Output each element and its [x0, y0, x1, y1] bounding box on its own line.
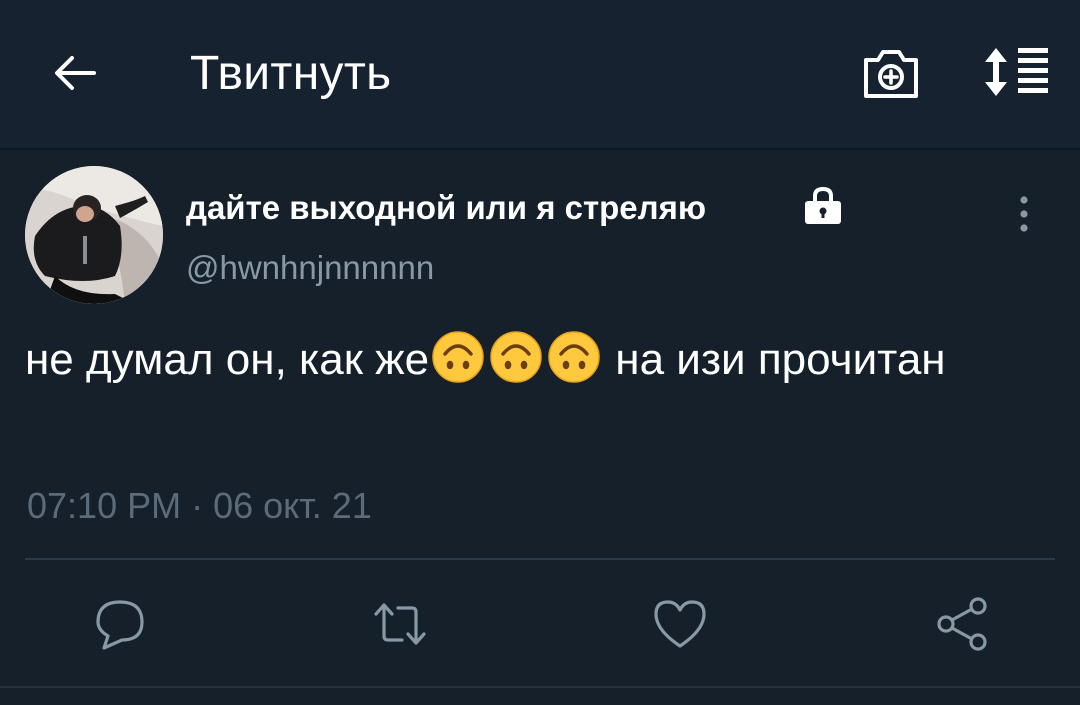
avatar-image	[25, 166, 163, 304]
tweet-detail-page: Твитнуть дайте выходной или я стреляю @h…	[0, 0, 1080, 705]
back-button[interactable]	[50, 48, 100, 98]
divider	[25, 558, 1055, 560]
reply-button[interactable]	[92, 596, 148, 652]
camera-add-icon	[864, 50, 918, 98]
top-app-bar: Твитнуть	[0, 0, 1080, 150]
sort-button[interactable]	[982, 44, 1052, 100]
display-name[interactable]: дайте выходной или я стреляю	[186, 188, 706, 228]
reply-icon	[96, 600, 144, 650]
retweet-icon	[374, 603, 426, 645]
lock-icon	[805, 186, 841, 224]
more-vertical-icon	[1020, 196, 1028, 232]
heart-icon	[654, 600, 706, 648]
more-options-button[interactable]	[1008, 192, 1040, 236]
upside-down-face-icon	[431, 330, 485, 384]
tweet-text-start: не думал он, как же	[25, 335, 430, 384]
user-handle[interactable]: @hwnhnjnnnnnn	[186, 248, 434, 288]
upside-down-face-icon	[547, 330, 601, 384]
retweet-button[interactable]	[372, 596, 428, 652]
tweet-timestamp: 07:10 PM · 06 окт. 21	[27, 485, 372, 526]
page-title: Твитнуть	[190, 47, 392, 100]
upside-down-face-icon	[489, 330, 543, 384]
share-button[interactable]	[934, 596, 990, 652]
tweet-text: не думал он, как же на изи прочитан	[25, 330, 1045, 388]
arrow-left-icon	[55, 56, 96, 90]
avatar[interactable]	[25, 166, 163, 304]
tweet-text-end: на изи прочитан	[603, 335, 946, 384]
add-media-button[interactable]	[860, 42, 922, 104]
share-icon	[937, 597, 987, 651]
bottom-divider	[0, 686, 1080, 688]
like-button[interactable]	[652, 596, 708, 652]
sort-list-icon	[985, 48, 1048, 96]
